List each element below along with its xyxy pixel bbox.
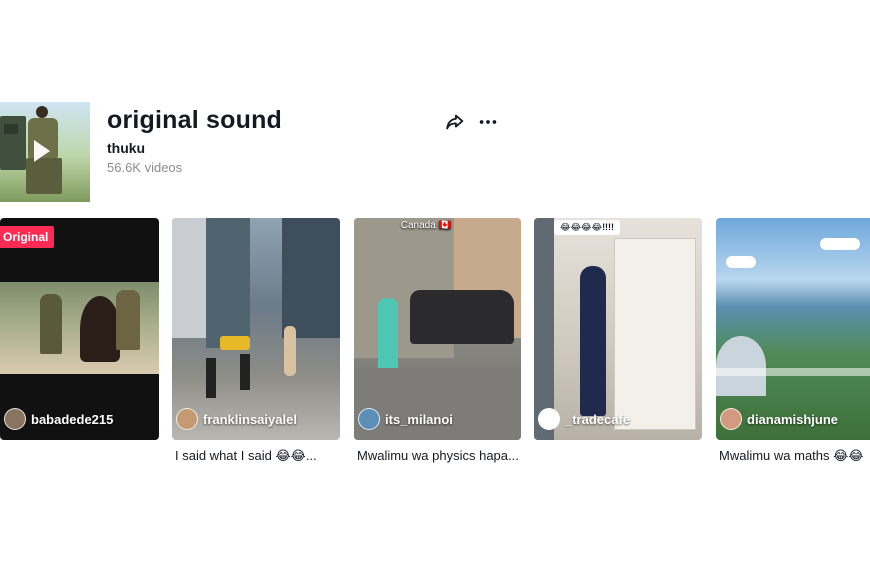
person-figure	[580, 266, 606, 416]
video-user[interactable]: _tradecafe	[538, 408, 630, 430]
bollard	[206, 358, 216, 398]
avatar	[720, 408, 742, 430]
username: franklinsaiyalel	[203, 411, 297, 427]
cover-person-legs	[26, 158, 62, 194]
person-figure	[40, 294, 62, 354]
more-icon[interactable]	[476, 110, 500, 134]
door-frame	[534, 218, 554, 440]
video-thumbnail	[0, 282, 159, 374]
username: its_milanoi	[385, 411, 453, 427]
video-count: 56.6K videos	[107, 160, 183, 175]
video-card-5[interactable]: dianamishjune	[716, 218, 870, 440]
sound-title: original sound	[107, 106, 283, 134]
share-icon[interactable]	[443, 110, 467, 134]
username: babadede215	[31, 411, 114, 427]
avatar	[538, 408, 560, 430]
location-tag: Canada 🇨🇦	[400, 220, 451, 231]
taxi	[220, 336, 250, 350]
avatar	[4, 408, 26, 430]
sound-header: original sound thuku 56.6K videos	[0, 102, 870, 202]
balcony-rail	[716, 368, 870, 376]
person-figure	[116, 290, 140, 350]
cloud	[820, 238, 860, 250]
cover-vehicle	[0, 116, 26, 170]
video-caption[interactable]: I said what I said 😂😂...	[175, 448, 340, 464]
building	[282, 218, 340, 338]
video-user[interactable]: its_milanoi	[358, 408, 453, 430]
car	[410, 290, 514, 344]
video-user[interactable]: franklinsaiyalel	[176, 408, 297, 430]
original-badge: Original	[0, 226, 55, 248]
username: _tradecafe	[565, 411, 631, 427]
video-caption[interactable]: Mwalimu wa maths 😂😂	[719, 448, 870, 464]
building	[172, 218, 206, 338]
video-user[interactable]: babadede215	[4, 408, 113, 430]
glass-door	[614, 238, 696, 430]
avatar	[176, 408, 198, 430]
username: dianamishjune	[747, 411, 839, 427]
person-figure	[284, 326, 296, 376]
play-icon[interactable]	[34, 140, 50, 162]
person-figure	[80, 296, 120, 362]
bollard	[240, 354, 250, 390]
caption-overlay: 😂😂😂😂!!!!	[554, 220, 621, 235]
cloud	[726, 256, 756, 268]
video-card-4[interactable]: 😂😂😂😂!!!! _tradecafe	[534, 218, 702, 440]
video-user[interactable]: dianamishjune	[720, 408, 838, 430]
video-card-1[interactable]: Original babadede215	[0, 218, 159, 440]
video-card-2[interactable]: franklinsaiyalel	[172, 218, 340, 440]
building	[206, 218, 250, 348]
video-caption[interactable]: Mwalimu wa physics hapa...	[357, 448, 521, 463]
dome	[716, 336, 766, 396]
video-card-3[interactable]: Canada 🇨🇦 its_milanoi	[354, 218, 521, 440]
person-figure	[378, 298, 398, 378]
sound-author[interactable]: thuku	[107, 140, 145, 156]
sound-cover[interactable]	[0, 102, 90, 202]
avatar	[358, 408, 380, 430]
cover-person-head	[36, 106, 48, 118]
